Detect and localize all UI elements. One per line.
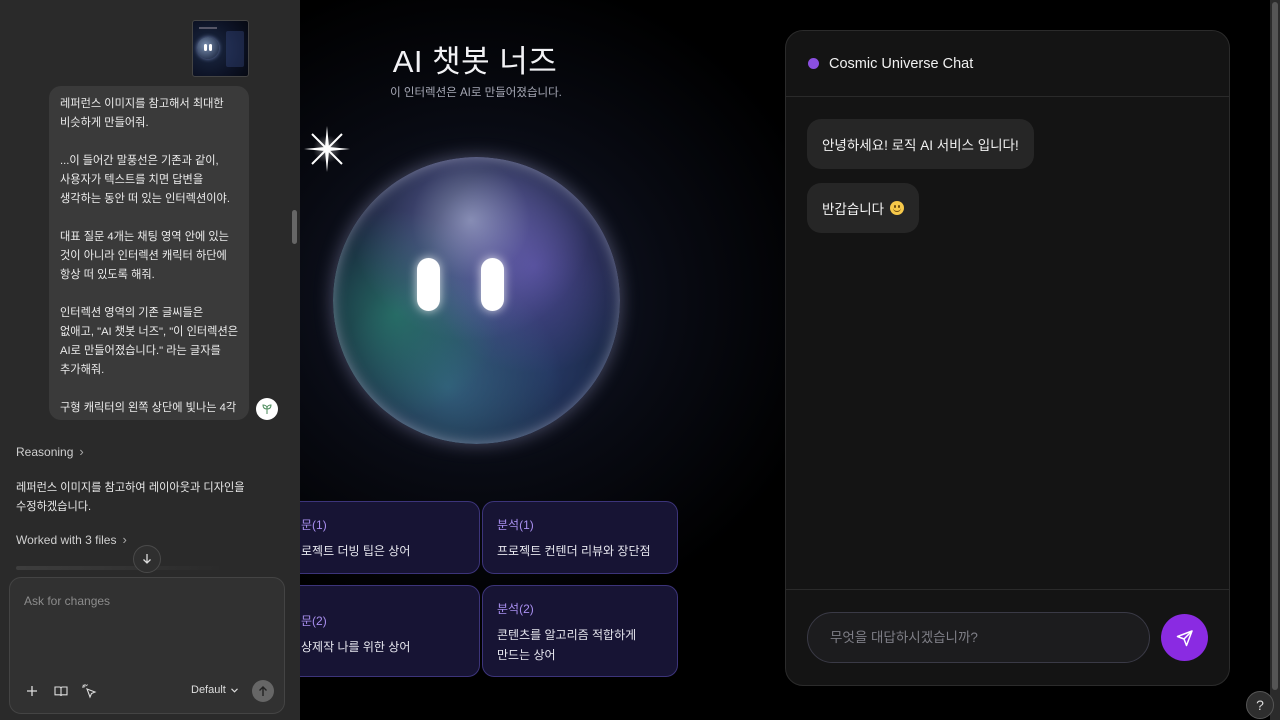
reference-image-thumbnail[interactable] [192,20,249,77]
book-icon [54,686,68,697]
reasoning-label: Reasoning [16,444,74,459]
suggested-question-card[interactable]: 문(2) 상제작 나를 위한 상어 [300,585,480,677]
card-description: 프로젝트 컨텐더 리뷰와 장단점 [497,544,651,558]
card-description: 콘텐츠를 알고리즘 적합하게 만드는 상어 [497,628,637,662]
character-orb[interactable] [333,157,620,444]
user-message-line: ...이 들어간 말풍선은 기존과 같이,사용자가 텍스트를 치면 답변을 생각… [60,155,230,205]
message-text: 안녕하세요! 로직 AI 서비스 입니다! [822,138,1019,153]
model-select[interactable]: Default [191,684,238,696]
user-avatar [256,398,278,420]
send-button[interactable] [1161,614,1208,661]
select-element-button[interactable] [79,681,99,701]
assistant-reply: 레퍼런스 이미지를 참고하여 레이아웃과 디자인을 수정하겠습니다. [16,482,245,513]
chevron-right-icon: › [79,444,84,459]
chat-footer [786,589,1229,685]
chat-title: Cosmic Universe Chat [829,55,974,72]
thumbnail-eye-right [209,44,212,51]
paper-plane-icon [1176,629,1193,646]
arrow-down-icon [143,554,151,564]
page-scrollbar[interactable] [1272,2,1278,690]
assistant-panel: 레퍼런스 이미지를 참고해서 최대한 비슷하게 만들어줘. ...이 들어간 말… [0,0,300,720]
user-message-bubble: 레퍼런스 이미지를 참고해서 최대한 비슷하게 만들어줘. ...이 들어간 말… [49,86,249,420]
thumbnail-orb [197,37,219,59]
user-message-line: 인터렉션 영역의 기존 글씨들은 없애고, "AI 챗봇 너즈", "이 인터렉… [60,307,239,376]
worked-files-label: Worked with 3 files [16,532,117,547]
status-dot [808,58,819,69]
chat-header: Cosmic Universe Chat [786,31,1229,97]
suggested-question-card[interactable]: 분석(1) 프로젝트 컨텐더 리뷰와 장단점 [482,501,678,574]
panel-scrollbar[interactable] [292,210,297,244]
faded-text-line [16,566,226,570]
card-description: 로젝트 더빙 팁은 상어 [301,544,411,558]
bot-message: 안녕하세요! 로직 AI 서비스 입니다! [807,119,1034,169]
library-button[interactable] [51,681,71,701]
chevron-down-icon [230,687,238,693]
smile-emoji-icon [890,201,905,215]
four-point-star-icon [304,126,350,172]
chat-input[interactable] [807,612,1150,663]
scroll-down-button[interactable] [133,545,161,573]
suggested-question-card[interactable]: 문(1) 로젝트 더빙 팁은 상어 [300,501,480,574]
bot-message: 반갑습니다 [807,183,920,233]
submit-changes-button[interactable] [252,680,274,702]
thumbnail-title-bar [199,27,217,29]
page-subtitle: 이 인터렉션은 AI로 만들어졌습니다. [390,87,562,99]
chevron-right-icon: › [122,532,127,547]
suggested-question-card[interactable]: 분석(2) 콘텐츠를 알고리즘 적합하게 만드는 상어 [482,585,678,677]
composer: Default [9,577,285,714]
user-message-line: 구형 캐릭터의 왼쪽 상단에 빛나는 4각 별 모양을 추가해줘. [60,402,237,414]
changes-input[interactable] [24,594,274,608]
arrow-up-icon [259,685,267,696]
card-title: 분석(2) [497,602,534,616]
plus-icon [27,686,37,696]
orb-eye-left [417,258,440,311]
card-description: 상제작 나를 위한 상어 [301,640,411,654]
reasoning-toggle[interactable]: Reasoning › [16,444,84,459]
page-title: AI 챗봇 너즈 [392,44,558,79]
card-title: 문(2) [301,614,327,628]
add-button[interactable] [22,681,42,701]
message-text: 반갑습니다 [822,202,885,217]
user-message-line: 대표 질문 4개는 채팅 영역 안에 있는 것이 아니라 인터렉션 캐릭터 하단… [60,231,229,281]
help-button[interactable]: ? [1246,691,1274,719]
card-title: 문(1) [301,518,327,532]
chat-panel: Cosmic Universe Chat 안녕하세요! 로직 AI 서비스 입니… [785,30,1230,686]
thumbnail-eye-left [204,44,207,51]
thumbnail-chat-panel [226,31,244,67]
sprout-icon [262,404,272,414]
model-label: Default [191,684,226,696]
user-message-line: 레퍼런스 이미지를 참고해서 최대한 비슷하게 만들어줘. [60,98,224,129]
worked-files-toggle[interactable]: Worked with 3 files › [16,532,127,547]
card-title: 분석(1) [497,518,534,532]
cursor-sparkle-icon [82,684,97,699]
orb-eye-right [481,258,504,311]
